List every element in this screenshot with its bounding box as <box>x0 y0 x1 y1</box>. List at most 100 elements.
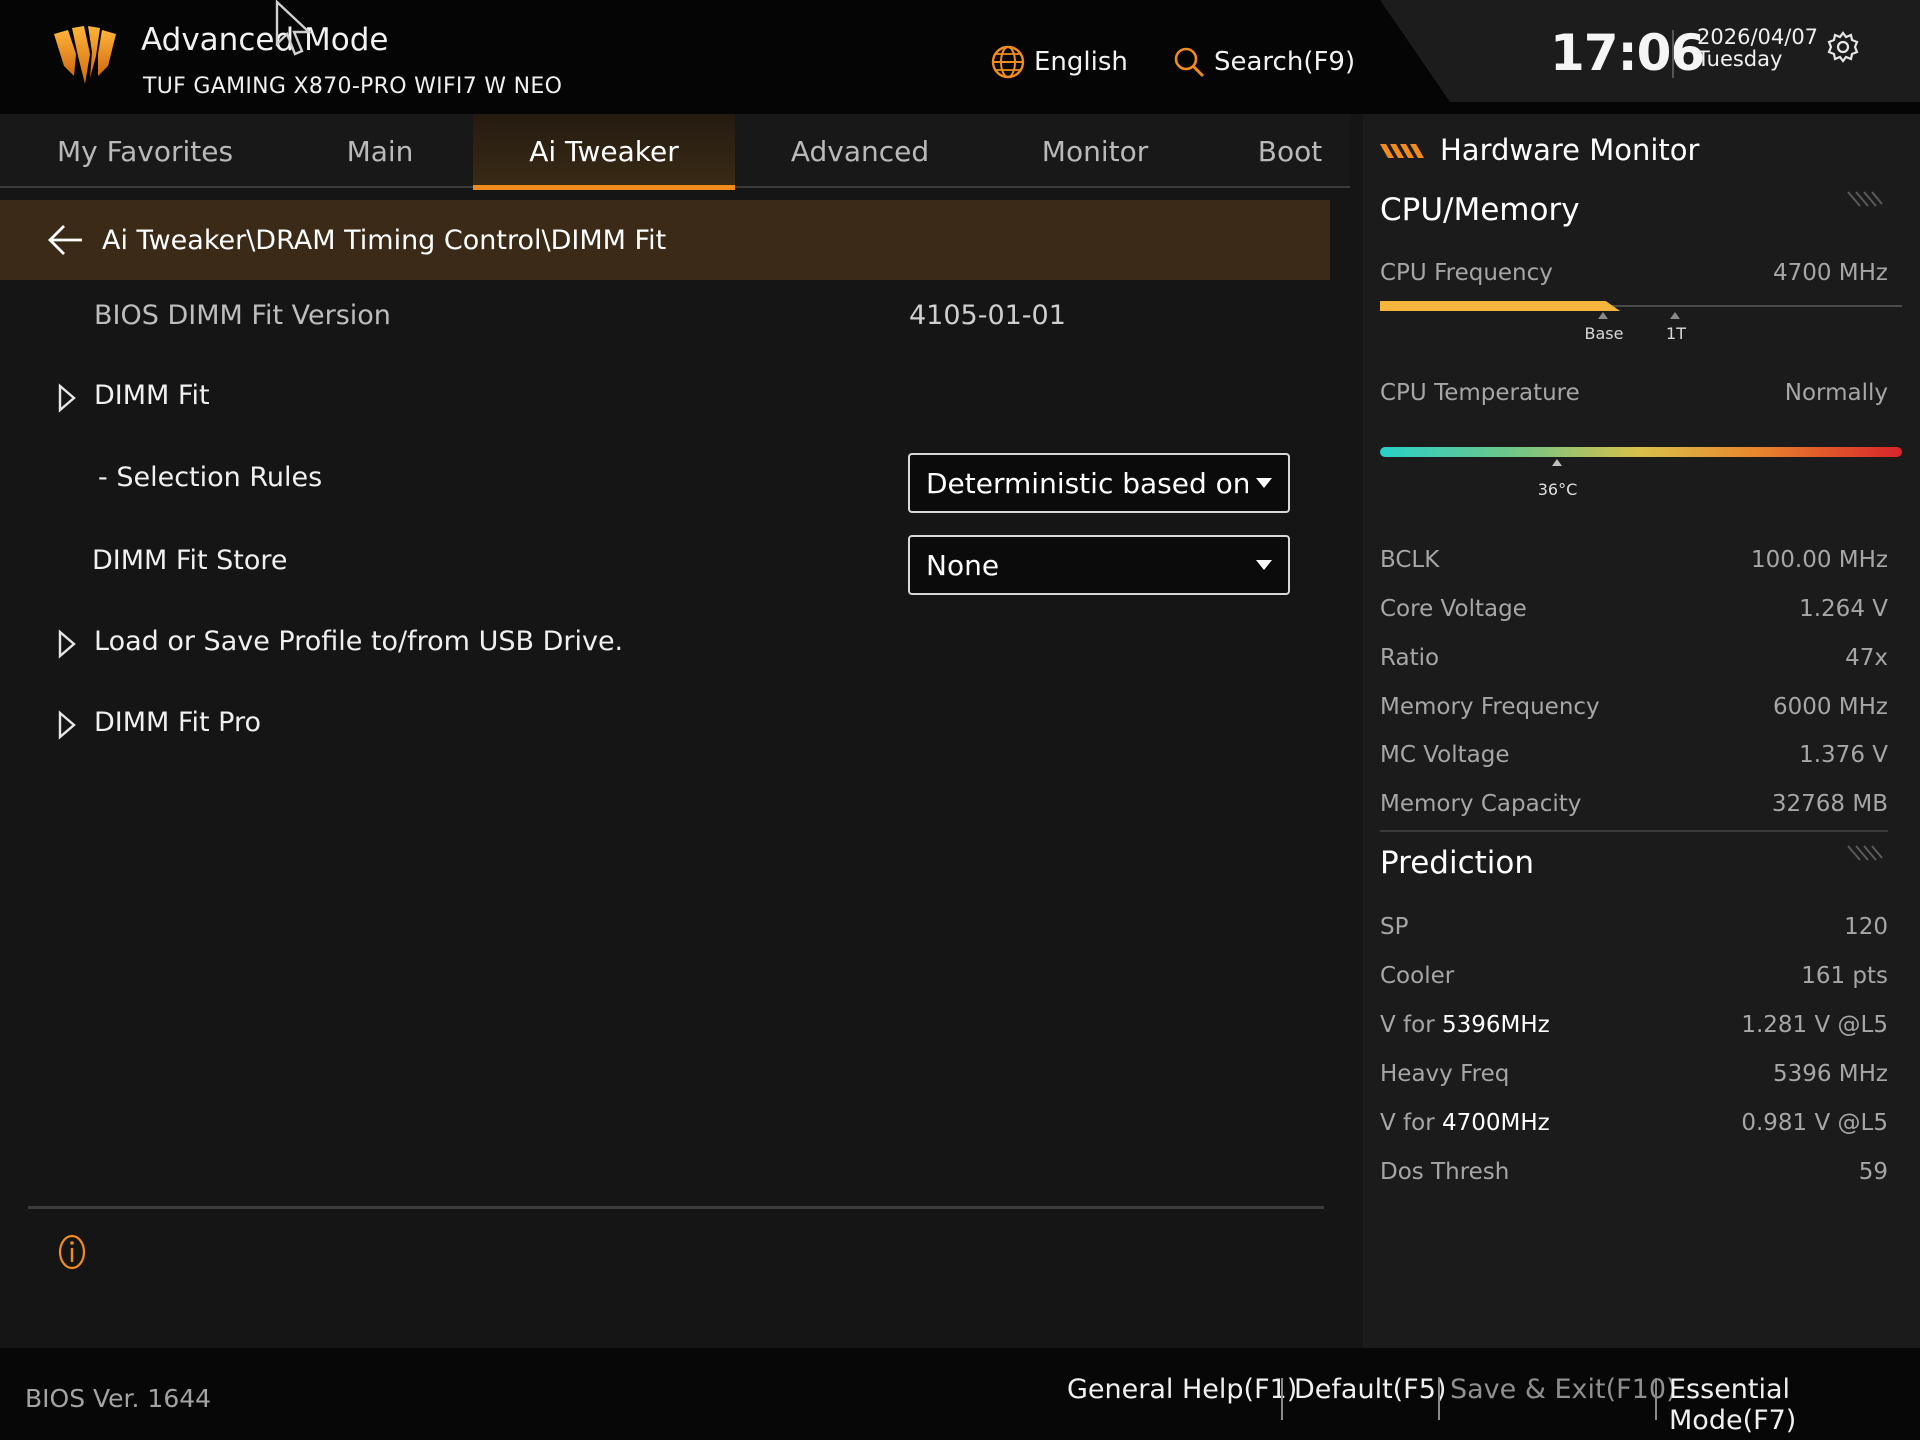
date-text: 2026/04/07 <box>1697 25 1819 49</box>
mc-voltage-value: 1.376 V <box>1799 742 1888 768</box>
memory-frequency-label: Memory Frequency <box>1380 694 1600 720</box>
hardware-monitor-icon <box>1380 144 1424 158</box>
default-button[interactable]: Default(F5) <box>1294 1374 1446 1405</box>
search-label: Search(F9) <box>1214 47 1356 77</box>
v-for-high-label: V for 5396MHz <box>1380 1012 1550 1038</box>
search-button[interactable]: Search(F9) <box>1172 40 1355 84</box>
bios-version: BIOS Ver. 1644 <box>25 1384 212 1413</box>
cpu-memory-title: CPU/Memory <box>1380 192 1580 228</box>
memory-frequency-value: 6000 MHz <box>1772 694 1888 720</box>
expand-triangle-icon <box>58 383 76 413</box>
ratio-value: 47x <box>1845 645 1888 671</box>
1t-marker-label: 1T <box>1666 324 1686 343</box>
dimm-fit-store-label: DIMM Fit Store <box>92 545 288 576</box>
mouse-cursor-icon <box>275 0 313 56</box>
v-for-high-value: 1.281 V @L5 <box>1741 1012 1888 1038</box>
dimm-fit-pro-expander[interactable] <box>56 710 78 744</box>
cpu-frequency-value: 4700 MHz <box>1772 260 1888 286</box>
sp-value: 120 <box>1844 914 1888 940</box>
board-name: TUF GAMING X870-PRO WIFI7 W NEO <box>143 74 563 99</box>
tab-ai-tweaker[interactable]: Ai Tweaker <box>473 114 735 190</box>
v-for-low-label: V for 4700MHz <box>1380 1110 1550 1136</box>
essential-mode-button[interactable]: Essential Mode(F7) <box>1669 1374 1920 1436</box>
globe-icon <box>991 45 1025 79</box>
tab-main[interactable]: Main <box>290 114 470 188</box>
back-arrow-icon[interactable] <box>46 220 86 260</box>
help-divider <box>28 1206 1324 1209</box>
cooler-label: Cooler <box>1380 963 1455 989</box>
load-save-profile-item[interactable]: Load or Save Profile to/from USB Drive. <box>94 626 623 657</box>
v-for-frequency: 5396MHz <box>1441 1012 1550 1038</box>
dimm-fit-pro-item[interactable]: DIMM Fit Pro <box>94 707 261 738</box>
temperature-reading: 36°C <box>1537 480 1578 499</box>
cooler-value: 161 pts <box>1801 963 1888 989</box>
dimm-fit-expander[interactable] <box>56 383 78 417</box>
search-icon <box>1174 47 1205 78</box>
save-exit-button[interactable]: Save & Exit(F10) <box>1450 1374 1677 1405</box>
language-label: English <box>1034 47 1128 77</box>
gear-icon[interactable] <box>1826 30 1860 64</box>
main-tabs: My Favorites Main Ai Tweaker Advanced Mo… <box>0 114 1350 190</box>
dos-thresh-value: 59 <box>1858 1159 1888 1185</box>
selection-rules-value: Deterministic based on W <box>926 466 1248 500</box>
footer-separator <box>1281 1378 1283 1420</box>
memory-capacity-value: 32768 MB <box>1771 791 1888 817</box>
tab-advanced[interactable]: Advanced <box>760 114 960 188</box>
bios-screen: Advanced Mode TUF GAMING X870-PRO WIFI7 … <box>0 0 1920 1440</box>
bios-dimm-fit-version-value: 4105-01-01 <box>909 300 1066 331</box>
tuf-logo-icon <box>54 26 116 84</box>
expand-triangle-icon <box>58 710 76 740</box>
hatch-decoration-icon <box>1847 191 1883 207</box>
bios-dimm-fit-version-label: BIOS DIMM Fit Version <box>94 300 391 331</box>
base-marker-icon <box>1598 312 1608 319</box>
general-help-button[interactable]: General Help(F1) <box>1067 1374 1297 1405</box>
footer-separator <box>1438 1378 1440 1420</box>
clock-divider <box>1672 30 1674 78</box>
dimm-fit-store-value: None <box>926 548 1000 582</box>
cpu-frequency-label: CPU Frequency <box>1380 260 1553 286</box>
load-save-profile-expander[interactable] <box>56 629 78 663</box>
clock-date: 2026/04/07 Tuesday <box>1697 26 1818 70</box>
breadcrumb: Ai Tweaker\DRAM Timing Control\DIMM Fit <box>102 224 667 256</box>
dos-thresh-label: Dos Thresh <box>1380 1159 1510 1185</box>
1t-marker-icon <box>1670 312 1680 319</box>
info-icon <box>58 1234 86 1270</box>
chevron-down-icon <box>1256 478 1272 488</box>
mode-title: Advanced Mode <box>141 22 389 58</box>
core-voltage-value: 1.264 V <box>1799 596 1888 622</box>
heavy-freq-value: 5396 MHz <box>1772 1061 1888 1087</box>
cpu-temperature-bar <box>1380 447 1902 457</box>
cpu-temperature-label: CPU Temperature <box>1380 380 1580 406</box>
base-marker-label: Base <box>1584 324 1624 343</box>
selection-rules-dropdown[interactable]: Deterministic based on W <box>908 453 1290 513</box>
chevron-down-icon <box>1256 560 1272 570</box>
v-for-prefix: V for <box>1380 1110 1435 1136</box>
panel-divider <box>1380 830 1888 832</box>
v-for-prefix: V for <box>1380 1012 1435 1038</box>
mc-voltage-label: MC Voltage <box>1380 742 1510 768</box>
cpu-temperature-value: Normally <box>1784 380 1888 406</box>
weekday-text: Tuesday <box>1697 47 1783 71</box>
tab-monitor[interactable]: Monitor <box>1000 114 1190 188</box>
hatch-decoration-icon <box>1847 845 1883 861</box>
v-for-low-value: 0.981 V @L5 <box>1741 1110 1888 1136</box>
cpu-frequency-bar <box>1380 300 1902 312</box>
dimm-fit-store-dropdown[interactable]: None <box>908 535 1290 595</box>
hardware-monitor-title: Hardware Monitor <box>1440 133 1700 167</box>
ratio-label: Ratio <box>1380 645 1440 671</box>
tab-my-favorites[interactable]: My Favorites <box>20 114 270 188</box>
dimm-fit-item[interactable]: DIMM Fit <box>94 380 210 411</box>
tab-boot[interactable]: Boot <box>1230 114 1350 188</box>
expand-triangle-icon <box>58 629 76 659</box>
heavy-freq-label: Heavy Freq <box>1380 1061 1510 1087</box>
v-for-frequency: 4700MHz <box>1441 1110 1550 1136</box>
cpu-frequency-fill <box>1380 301 1621 311</box>
core-voltage-label: Core Voltage <box>1380 596 1527 622</box>
language-button[interactable]: English <box>990 40 1128 84</box>
selection-rules-label: - Selection Rules <box>98 462 323 493</box>
breadcrumb-bar: Ai Tweaker\DRAM Timing Control\DIMM Fit <box>0 200 1330 280</box>
bclk-label: BCLK <box>1380 547 1440 573</box>
temperature-marker-icon <box>1552 459 1563 466</box>
prediction-title: Prediction <box>1380 845 1535 881</box>
bclk-value: 100.00 MHz <box>1750 547 1888 573</box>
